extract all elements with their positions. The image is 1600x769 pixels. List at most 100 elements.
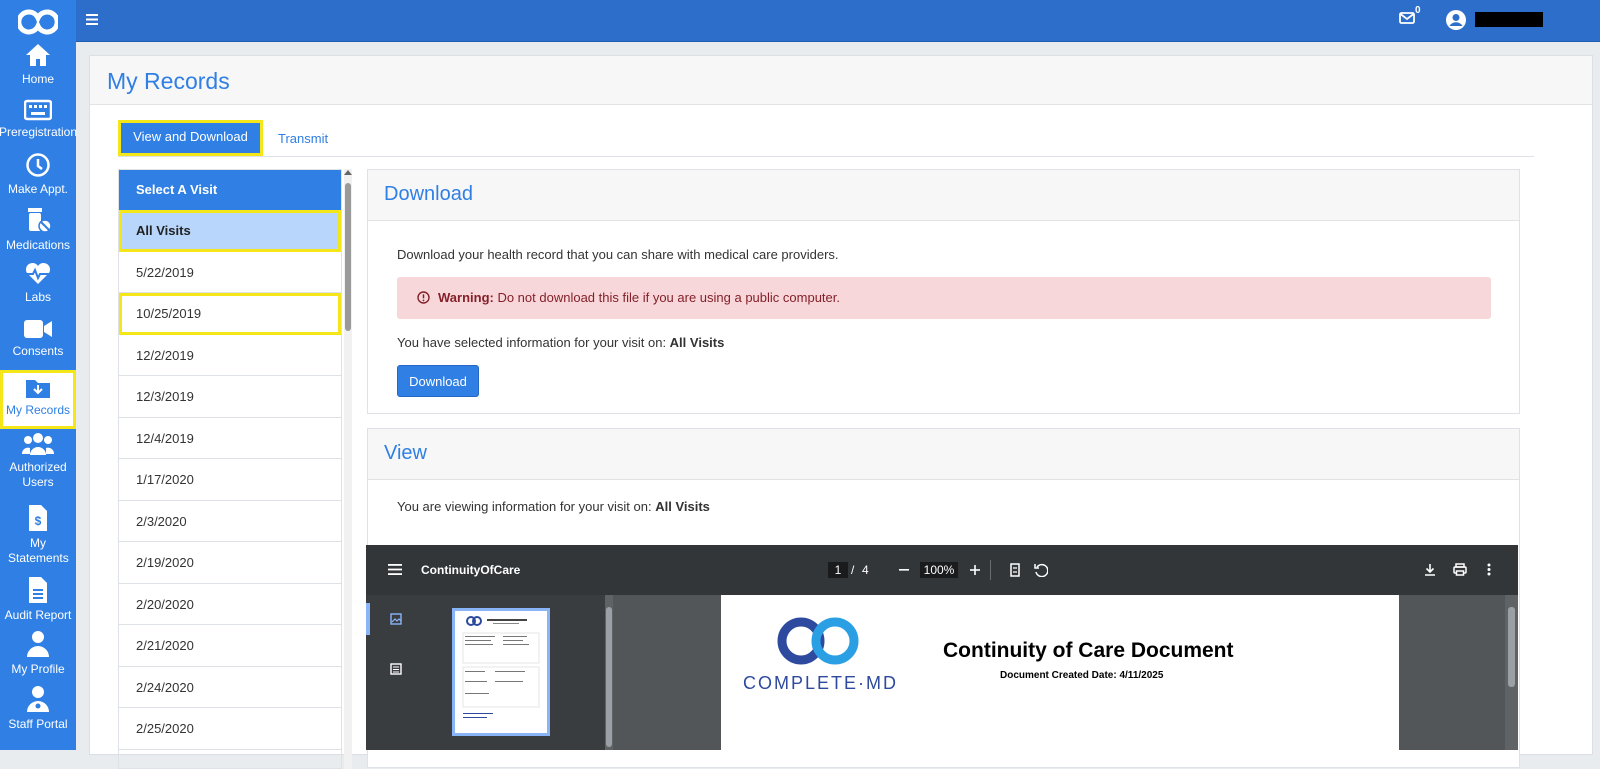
scroll-thumb[interactable] xyxy=(345,183,351,331)
tab-view-download[interactable]: View and Download xyxy=(118,120,263,156)
rotate-icon[interactable] xyxy=(1034,563,1048,577)
list-item[interactable]: 2/3/2020 xyxy=(119,501,341,542)
user-name-redacted[interactable] xyxy=(1475,12,1543,27)
list-item[interactable]: 10/25/2019 xyxy=(119,293,341,335)
selected-visit-text: You have selected information for your v… xyxy=(397,335,724,350)
visit-item-all-visits[interactable]: All Visits xyxy=(119,210,341,252)
warning-text: Do not download this file if you are usi… xyxy=(493,290,840,305)
viewing-visit-value: All Visits xyxy=(655,499,710,514)
outline-view-icon[interactable] xyxy=(390,663,402,675)
selected-visit-prefix: You have selected information for your v… xyxy=(397,335,670,350)
pdf-page-separator: / xyxy=(851,563,855,577)
pdf-filename: ContinuityOfCare xyxy=(421,563,521,577)
account-icon[interactable] xyxy=(1446,10,1466,30)
pdf-page-scrollbar[interactable] xyxy=(1505,595,1518,750)
user-icon xyxy=(27,631,49,657)
pdf-toolbar: ContinuityOfCare 1 / 4 100% xyxy=(366,545,1518,595)
more-options-icon[interactable] xyxy=(1487,563,1491,576)
sidebar-item-label: Staff Portal xyxy=(8,717,68,731)
sidebar-item-label: Home xyxy=(21,72,54,86)
list-item[interactable]: 2/25/2020 xyxy=(119,708,341,750)
mail-count-badge: 0 xyxy=(1415,5,1421,16)
toolbar-divider xyxy=(990,560,991,580)
scroll-up-arrow-icon[interactable] xyxy=(344,170,352,175)
thumbnail-view-icon[interactable] xyxy=(390,613,402,625)
sidebar-item-consents[interactable]: Consents xyxy=(0,318,76,368)
zoom-out-icon[interactable] xyxy=(899,569,909,571)
sidebar-item-home[interactable]: Home xyxy=(0,42,76,94)
list-item[interactable]: 1/17/2020 xyxy=(119,459,341,501)
completemd-logo-icon xyxy=(777,617,859,665)
sidebar-item-medications[interactable]: Medications xyxy=(0,206,76,258)
users-icon xyxy=(22,433,54,455)
selected-visit-value: All Visits xyxy=(669,335,725,350)
sidebar-item-label: Authorized Users xyxy=(9,460,67,489)
sidebar-item-labs[interactable]: Labs xyxy=(0,262,76,312)
clock-icon xyxy=(26,153,50,177)
visit-list-scrollbar[interactable] xyxy=(344,169,352,769)
sidebar-item-my-records[interactable]: My Records xyxy=(0,370,76,429)
document-created-date: Document Created Date: 4/11/2025 xyxy=(1000,670,1164,681)
pdf-page-total: 4 xyxy=(862,563,869,577)
keyboard-icon xyxy=(24,99,52,121)
pdf-menu-icon[interactable] xyxy=(388,564,402,575)
records-tabs: View and Download Transmit xyxy=(118,120,1534,157)
list-item[interactable]: 2/19/2020 xyxy=(119,542,341,584)
page-title: My Records xyxy=(107,68,230,94)
fit-page-icon[interactable] xyxy=(1010,563,1020,577)
sidebar-item-my-statements[interactable]: $ My Statements xyxy=(0,504,76,570)
list-item[interactable]: 2/24/2020 xyxy=(119,667,341,708)
home-icon xyxy=(26,44,50,66)
viewing-visit-prefix: You are viewing information for your vis… xyxy=(397,499,656,514)
list-item[interactable]: 2/20/2020 xyxy=(119,584,341,625)
mail-icon[interactable] xyxy=(1399,10,1415,26)
document-title: Continuity of Care Document xyxy=(943,639,1234,662)
sidebar-item-audit-report[interactable]: Audit Report xyxy=(0,576,76,628)
records-card-header: My Records xyxy=(90,56,1592,105)
invoice-icon: $ xyxy=(29,505,47,531)
thumbs-scrollbar[interactable] xyxy=(605,595,613,750)
sidebar-item-label: Preregistration xyxy=(0,125,78,139)
zoom-in-icon[interactable] xyxy=(970,565,980,575)
list-item[interactable]: 12/3/2019 xyxy=(119,376,341,418)
pdf-document-page: COMPLETE·MD Continuity of Care Document … xyxy=(721,595,1399,750)
warning-label: Warning: xyxy=(438,290,494,305)
list-item[interactable]: 12/4/2019 xyxy=(119,418,341,459)
view-title: View xyxy=(384,442,427,464)
download-button[interactable]: Download xyxy=(397,365,479,397)
sidebar-item-label: Medications xyxy=(5,238,71,252)
warning-circle-icon xyxy=(417,291,430,304)
menu-toggle-icon[interactable] xyxy=(86,14,98,25)
pdf-page-input[interactable]: 1 xyxy=(828,562,848,578)
sidebar-item-label: Consents xyxy=(12,344,64,358)
top-bar: 0 xyxy=(76,0,1600,42)
list-item[interactable]: 5/22/2019 xyxy=(119,252,341,293)
list-item[interactable]: 12/2/2019 xyxy=(119,335,341,376)
sidebar-item-label: Labs xyxy=(24,290,52,304)
sidebar-item-my-profile[interactable]: My Profile xyxy=(0,630,76,682)
app-logo[interactable] xyxy=(0,4,76,40)
sidebar-item-preregistration[interactable]: Preregistration xyxy=(0,99,78,151)
visit-list-header: Select A Visit xyxy=(119,170,341,210)
pdf-thumbnail-sidebar xyxy=(366,595,613,750)
sidebar-item-staff-portal[interactable]: Staff Portal xyxy=(0,685,76,737)
sidebar: Home Preregistration Make Appt. Medicati… xyxy=(0,0,78,750)
folder-download-icon xyxy=(26,380,50,398)
pdf-page-thumbnail[interactable] xyxy=(452,608,550,736)
list-item[interactable]: 2/21/2020 xyxy=(119,625,341,667)
view-panel-header: View xyxy=(368,429,1519,480)
print-icon[interactable] xyxy=(1453,563,1467,576)
warning-alert: Warning: Do not download this file if yo… xyxy=(397,277,1491,319)
sidebar-item-authorized-users[interactable]: Authorized Users xyxy=(0,432,76,498)
pdf-zoom-input[interactable]: 100% xyxy=(920,562,958,578)
sidebar-item-label: Make Appt. xyxy=(7,182,69,196)
pdf-download-icon[interactable] xyxy=(1424,563,1436,576)
download-description: Download your health record that you can… xyxy=(397,247,839,262)
download-panel: Download Download your health record tha… xyxy=(367,169,1520,414)
tab-transmit[interactable]: Transmit xyxy=(278,122,328,156)
pills-icon xyxy=(28,208,52,233)
download-panel-header: Download xyxy=(368,170,1519,221)
completemd-brand-text: COMPLETE·MD xyxy=(743,673,899,693)
file-icon xyxy=(29,577,47,603)
sidebar-item-make-appt[interactable]: Make Appt. xyxy=(0,152,76,204)
